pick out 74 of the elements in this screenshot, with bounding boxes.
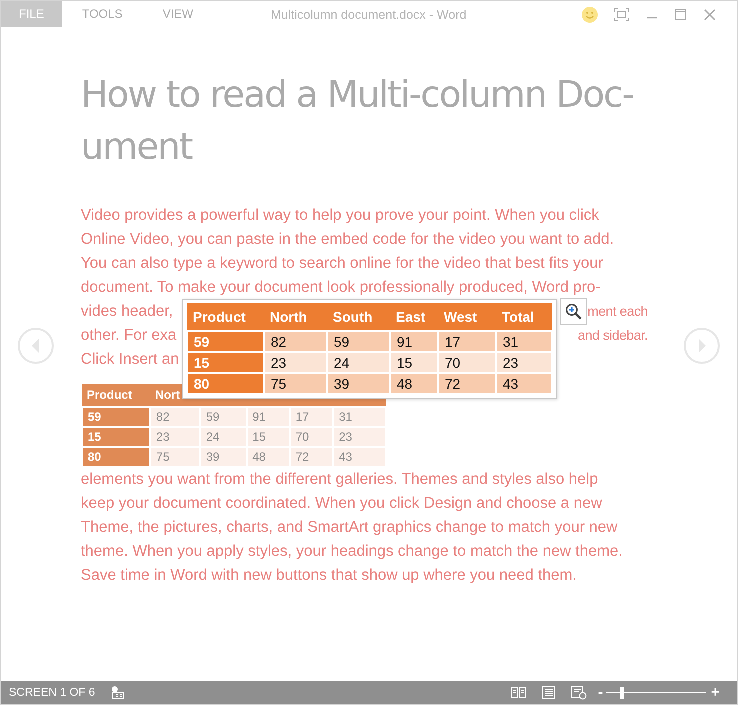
paragraph-text: Video provides a powerful way to help you prove your point. When you click: [81, 206, 600, 226]
document-heading: How to read a Multi-column Doc- ument: [81, 72, 635, 170]
table-cell: 59: [187, 331, 264, 352]
menu-tab[interactable]: VIEW: [142, 1, 214, 27]
screen-count: SCREEN 1 OF 6: [9, 686, 96, 698]
table-cell: 72: [290, 447, 334, 467]
table-cell: 23: [333, 427, 386, 447]
table-cell: 82: [150, 407, 200, 427]
zoom-in-icon: [564, 302, 582, 320]
paragraph-text: document. To make your document look professionally produced, Word pro-: [81, 278, 601, 298]
fullscreen-icon[interactable]: [614, 8, 630, 22]
zoom-out-button[interactable]: -: [595, 684, 606, 701]
table-cell: 59: [82, 407, 150, 427]
maximize-icon[interactable]: [674, 8, 688, 22]
table-header-cell: Product: [82, 384, 150, 407]
page-icon[interactable]: [541, 686, 558, 700]
table-cell: 80: [187, 373, 264, 394]
table-cell: 59: [327, 331, 390, 352]
close-icon[interactable]: [703, 8, 717, 22]
table-header-cell: Total: [496, 303, 552, 331]
paragraph-text: You can also type a keyword to search online for the video that best fits your: [81, 254, 604, 274]
table-header-cell: West: [438, 303, 496, 331]
paragraph-text: vides header,: [81, 302, 174, 322]
paragraph-text: Click Insert an: [81, 350, 180, 370]
table-cell: 23: [150, 427, 200, 447]
window-title: Multicolumn document.docx - Word: [271, 8, 467, 22]
table-cell: 43: [496, 373, 552, 394]
table-cell: 59: [200, 407, 247, 427]
paragraph-text: Theme, the pictures, charts, and SmartArt graphics change to match your new: [81, 518, 618, 538]
paragraph-text: elements you want from the different galleries. Themes and styles also help: [81, 470, 598, 490]
table-cell: 17: [438, 331, 496, 352]
table-cell: 31: [496, 331, 552, 352]
table-cell: 15: [246, 427, 290, 447]
table-cell: 72: [438, 373, 496, 394]
zoom-in-button[interactable]: +: [708, 684, 723, 701]
table-cell: 82: [264, 331, 327, 352]
table-cell: 39: [200, 447, 247, 467]
table-cell: 75: [264, 373, 327, 394]
paragraph-text: and sidebar.: [578, 327, 648, 345]
table-header-cell: Product: [187, 303, 264, 331]
table-cell: 24: [327, 352, 390, 373]
table-header-cell: East: [390, 303, 438, 331]
paragraph-text: keep your document coordinated. When you click Design and choose a new: [81, 494, 602, 514]
table-cell: 43: [333, 447, 386, 467]
table-cell: 23: [264, 352, 327, 373]
table-cell: 70: [438, 352, 496, 373]
table-cell: 24: [200, 427, 247, 447]
table-cell: 23: [496, 352, 552, 373]
smiley-icon[interactable]: [581, 6, 599, 24]
table-cell: 31: [333, 407, 386, 427]
layout-icon[interactable]: [111, 686, 126, 700]
paragraph-text: ment each: [588, 303, 648, 321]
paragraph-text: other. For exa: [81, 326, 177, 346]
zoom-button[interactable]: [560, 298, 587, 325]
table-cell: 48: [390, 373, 438, 394]
table-cell: 80: [82, 447, 150, 467]
paragraph-text: Online Video, you can paste in the embed code for the video you want to add.: [81, 230, 614, 250]
table-cell: 17: [290, 407, 334, 427]
table-cell: 48: [246, 447, 290, 467]
table-cell: 15: [390, 352, 438, 373]
table-header-cell: North: [264, 303, 327, 331]
book-icon[interactable]: [511, 686, 528, 700]
table-cell: 70: [290, 427, 334, 447]
table-cell: 15: [82, 427, 150, 447]
web-layout-icon[interactable]: [571, 686, 588, 700]
paragraph-text: Save time in Word with new buttons that show up where you need them.: [81, 566, 577, 586]
table-cell: 15: [187, 352, 264, 373]
table-cell: 75: [150, 447, 200, 467]
menu-tab[interactable]: TOOLS: [62, 1, 143, 27]
table-cell: 91: [246, 407, 290, 427]
table-header-cell: South: [327, 303, 390, 331]
table-cell: 91: [390, 331, 438, 352]
table-cell: 39: [327, 373, 390, 394]
paragraph-text: theme. When you apply styles, your headings change to match the new theme.: [81, 542, 623, 562]
